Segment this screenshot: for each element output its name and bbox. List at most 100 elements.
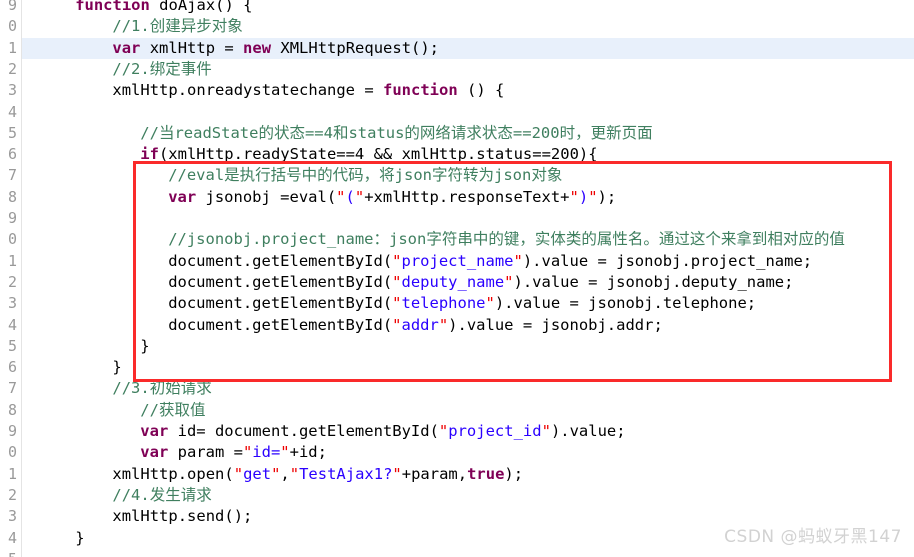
code-token: param = (168, 443, 243, 462)
line-number: 1 (7, 38, 17, 57)
code-line[interactable]: //4.发生请求 (23, 485, 914, 506)
code-token: //eval是执行括号中的代码，将json字符转为json对象 (168, 166, 563, 185)
code-token: ).value = jsonobj.telephone; (494, 294, 757, 313)
line-number: 4 (7, 528, 17, 547)
code-token: " (504, 272, 514, 291)
code-token: +param, (401, 464, 468, 483)
code-token: deputy_name (401, 272, 505, 291)
code-line[interactable] (23, 102, 914, 123)
code-token: //1.创建异步对象 (112, 17, 243, 36)
code-token: document.getElementById( (168, 272, 393, 291)
code-line[interactable]: var param ="id="+id; (23, 442, 914, 463)
code-token: ).value; (550, 422, 626, 440)
code-line[interactable]: var xmlHttp = new XMLHttpRequest(); (23, 38, 914, 59)
code-line-content: //4.发生请求 (23, 485, 211, 506)
line-number: 2 (7, 59, 17, 78)
code-line[interactable]: //1.创建异步对象 (23, 16, 914, 37)
code-line[interactable]: document.getElementById("deputy_name").v… (23, 272, 914, 293)
code-line-content: var xmlHttp = new XMLHttpRequest(); (23, 38, 439, 59)
code-line[interactable]: //当readState的状态==4和status的网络请求状态==200时，更… (23, 123, 914, 144)
code-token: " (485, 294, 495, 313)
code-line[interactable]: //获取值 (23, 400, 914, 421)
code-line-content: } (23, 528, 84, 549)
code-line[interactable]: } (23, 336, 914, 357)
code-token: id= (252, 443, 281, 462)
line-number: 7 (7, 166, 17, 185)
line-number: 0 (7, 443, 17, 462)
code-line-content: //1.创建异步对象 (23, 16, 243, 37)
code-token: document.getElementById( (168, 294, 393, 313)
code-line[interactable]: //2.绑定事件 (23, 59, 914, 80)
code-line-content: xmlHttp.send(); (23, 506, 252, 527)
code-line-content: //jsonobj.project_name：json字符串中的键，实体类的属性… (23, 229, 845, 250)
code-line-content: //eval是执行括号中的代码，将json字符转为json对象 (23, 165, 562, 186)
code-line[interactable]: xmlHttp.open("get","TestAjax1?"+param,tr… (23, 464, 914, 485)
code-token: //获取值 (140, 400, 206, 419)
code-token: true (467, 464, 505, 483)
code-line-content: xmlHttp.onreadystatechange = function ()… (23, 80, 504, 101)
line-number: 9 (7, 209, 17, 227)
code-line[interactable]: document.getElementById("addr").value = … (23, 315, 914, 336)
code-line-content: //3.初始请求 (23, 378, 212, 399)
code-line[interactable]: //eval是执行括号中的代码，将json字符转为json对象 (23, 165, 914, 186)
code-token: } (112, 358, 122, 377)
code-token: telephone (401, 294, 486, 313)
code-token: document.getElementById( (168, 315, 393, 334)
code-line-content: document.getElementById("deputy_name").v… (23, 272, 793, 293)
code-token: get (243, 464, 272, 483)
line-number: 2 (7, 485, 17, 504)
code-token: //jsonobj.project_name：json字符串中的键，实体类的属性… (168, 230, 845, 249)
line-number: 4 (7, 315, 17, 334)
code-line[interactable]: function doAjax() { (23, 0, 914, 16)
code-token: ).value = jsonobj.project_name; (522, 251, 813, 270)
line-number: 0 (7, 230, 17, 249)
code-line-content: var param ="id="+id; (23, 442, 327, 463)
code-token: new (243, 38, 272, 57)
code-token: project_name (401, 251, 514, 270)
line-number: 3 (7, 507, 17, 526)
code-line[interactable]: //3.初始请求 (23, 378, 914, 399)
code-token: " (438, 422, 449, 440)
code-token: //2.绑定事件 (112, 59, 212, 78)
code-token: " (242, 443, 253, 462)
code-line[interactable]: var jsonobj =eval("("+xmlHttp.responseTe… (23, 187, 914, 208)
code-token: var (112, 38, 141, 57)
line-number: 1 (7, 251, 17, 270)
code-line-content: var jsonobj =eval("("+xmlHttp.responseTe… (23, 187, 616, 208)
code-token: xmlHttp.open( (112, 464, 234, 483)
code-token: ); (504, 464, 524, 483)
code-line[interactable]: document.getElementById("project_name").… (23, 251, 914, 272)
code-line[interactable]: xmlHttp.onreadystatechange = function ()… (23, 80, 914, 101)
line-number: 0 (7, 17, 17, 36)
code-token: function (75, 0, 150, 14)
line-number: 9 (7, 0, 17, 14)
code-token: xmlHttp.send(); (112, 507, 253, 526)
code-token: " (233, 464, 244, 483)
code-token: document.getElementById( (168, 251, 393, 270)
line-number: 3 (7, 294, 17, 313)
code-line-content: //获取值 (23, 400, 205, 421)
code-line[interactable]: } (23, 357, 914, 378)
code-token: project_id (448, 422, 542, 440)
code-line[interactable]: if(xmlHttp.readyState==4 && xmlHttp.stat… (23, 144, 914, 165)
code-editor[interactable]: 9 0 1 2 3 4 5 6 7 8 9 0 1 2 3 4 5 6 7 8 9 0 1 2 3 4 5 function doA… (0, 0, 914, 557)
code-line[interactable]: var id= document.getElementById("project… (23, 421, 914, 442)
code-line-content: var id= document.getElementById("project… (23, 421, 626, 442)
code-token: var (140, 422, 169, 440)
code-token: XMLHttpRequest(); (271, 38, 440, 57)
csdn-watermark: CSDN @蚂蚁牙黑147 (724, 527, 902, 547)
code-token: ( (345, 187, 355, 206)
code-text-area[interactable]: function doAjax() {//1.创建异步对象 var xmlHttp… (23, 0, 914, 557)
code-line[interactable]: document.getElementById("telephone").val… (23, 293, 914, 314)
code-line-content: document.getElementById("project_name").… (23, 251, 812, 272)
code-token: id= document.getElementById( (168, 422, 439, 440)
code-token: " (392, 315, 402, 334)
code-token: ).value = jsonobj.deputy_name; (513, 272, 794, 291)
code-line-content: //当readState的状态==4和status的网络请求状态==200时，更… (23, 123, 652, 144)
code-token: //3.初始请求 (112, 379, 212, 398)
code-line[interactable] (23, 208, 914, 229)
code-line[interactable]: //jsonobj.project_name：json字符串中的键，实体类的属性… (23, 229, 914, 250)
line-number-gutter[interactable]: 9 0 1 2 3 4 5 6 7 8 9 0 1 2 3 4 5 6 7 8 9 0 1 2 3 4 5 (0, 0, 22, 557)
code-token: () { (457, 81, 505, 100)
code-line-content: //2.绑定事件 (23, 59, 212, 80)
